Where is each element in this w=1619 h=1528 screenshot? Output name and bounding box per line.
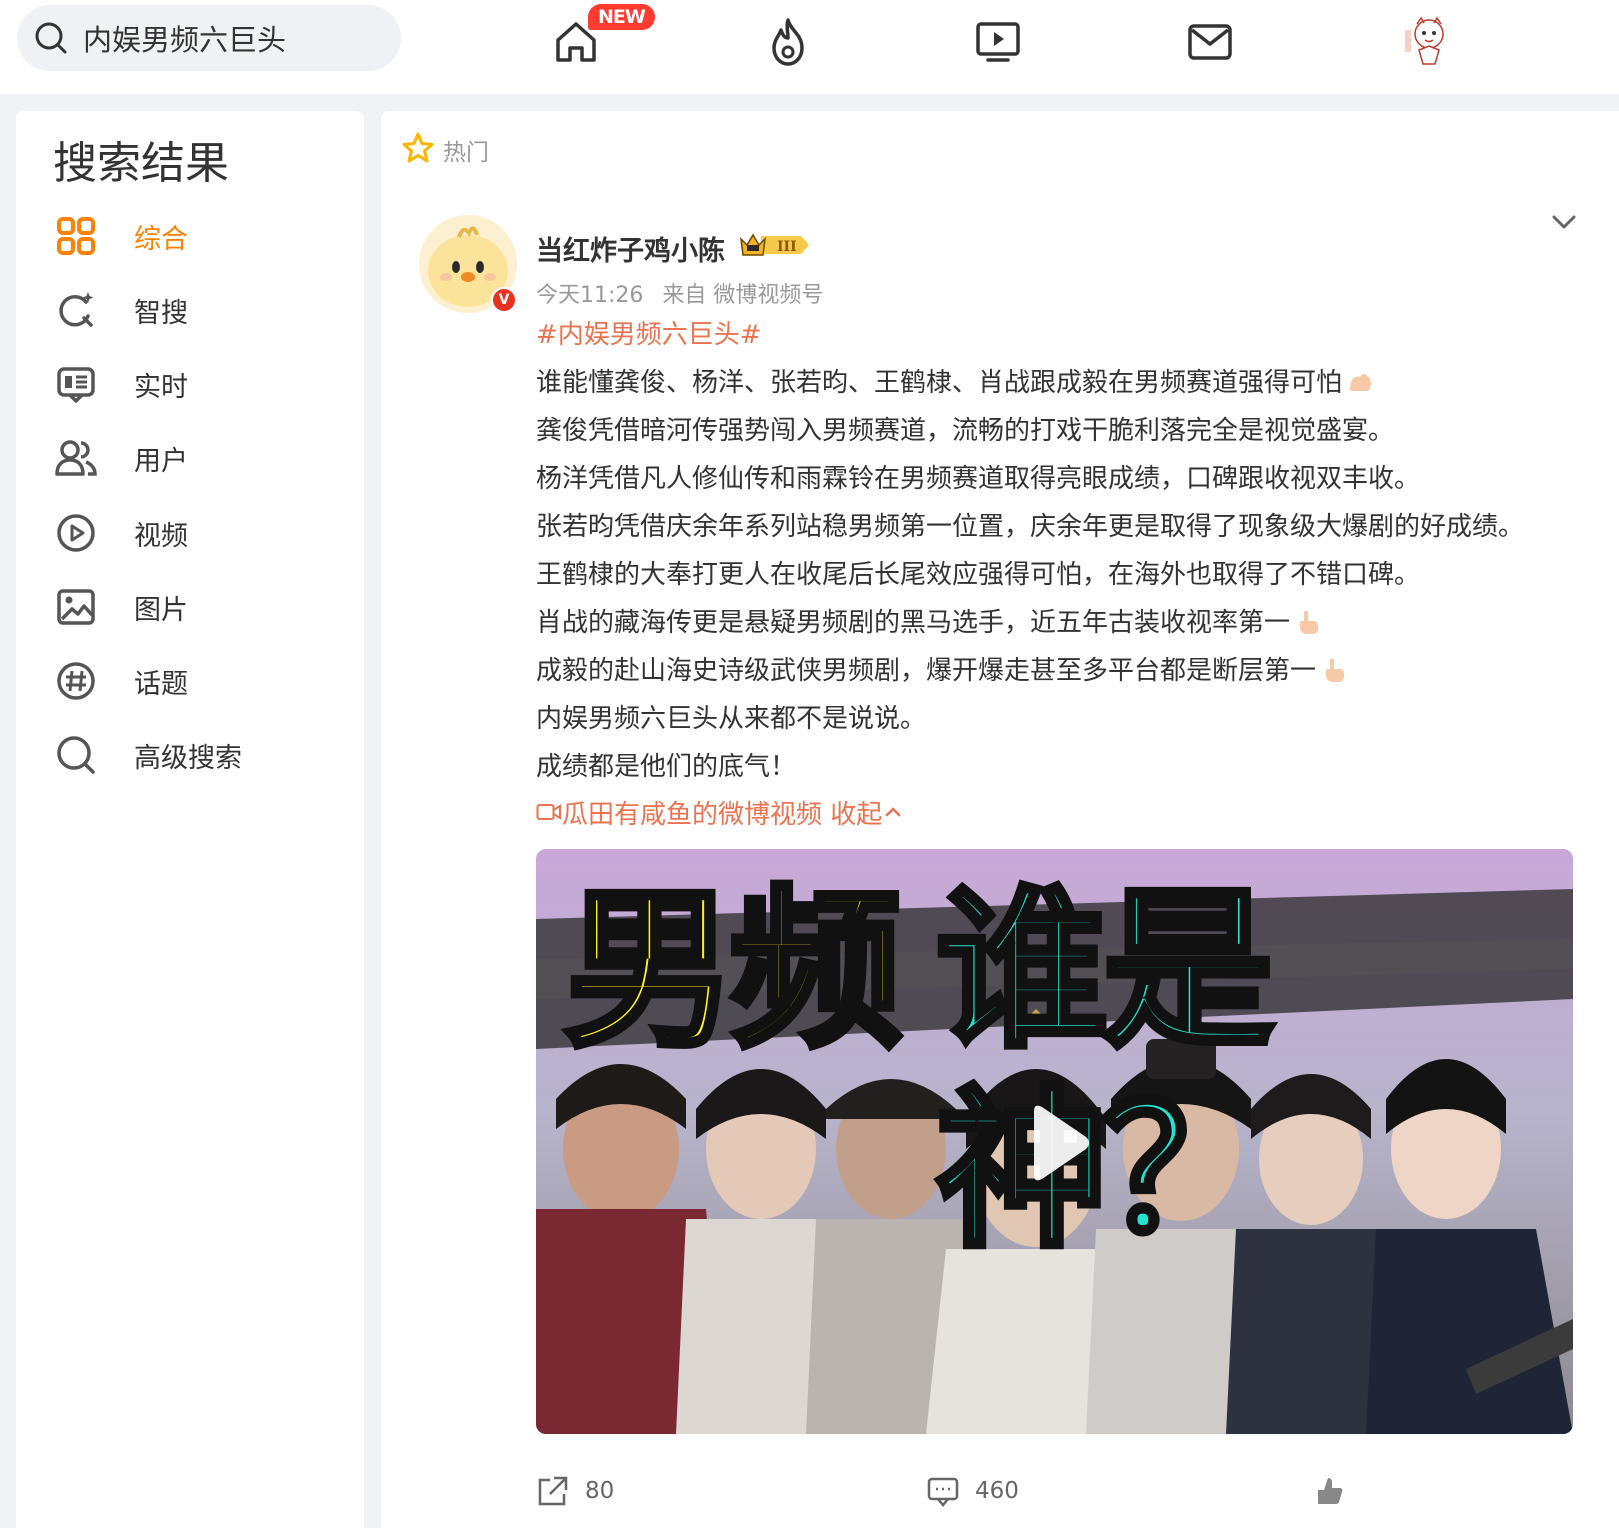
sidebar-item-label: 图片 [134,594,188,626]
hot-tag: 热门 [401,131,489,169]
users-icon [54,436,98,480]
repost-count: 80 [585,1478,615,1504]
verified-badge: V [491,287,517,313]
collapse-button[interactable]: 收起 [830,791,904,839]
sidebar-item-topics[interactable]: 话题 [54,653,344,709]
comment-count: 460 [975,1478,1019,1504]
hot-label: 热门 [443,140,489,166]
sidebar-item-advanced-search[interactable]: 高级搜索 [54,727,344,783]
search-results-feed: 热门 V 当红炸子鸡小陈 III 今天11:26 来自 微博视频号 #内娱男频六… [381,111,1619,1528]
star-icon [401,131,435,169]
advanced-search-icon [54,733,98,777]
video-player[interactable]: 男频 谁是神？ [536,849,1573,1434]
hot-icon[interactable] [760,14,816,70]
image-icon [54,585,98,629]
sidebar-item-video[interactable]: 视频 [54,505,344,561]
realtime-icon [54,362,98,406]
post-hashtag-link[interactable]: #内娱男频六巨头# [536,320,762,350]
like-button[interactable] [1311,1473,1361,1509]
sidebar-item-realtime[interactable]: 实时 [54,356,344,412]
message-icon[interactable] [1182,14,1238,70]
sidebar-item-label: 综合 [134,223,188,255]
user-avatar[interactable] [1399,12,1455,68]
like-icon [1311,1473,1347,1509]
pointing-up-emoji-icon [1320,651,1348,682]
collapse-label: 收起 [830,800,883,830]
sidebar: 搜索结果 综合 智搜 实时 用户 视频 图片 话题 高级搜索 [16,111,364,1528]
post-source: 来自 微博视频号 [662,283,824,308]
sidebar-item-label: 高级搜索 [134,742,242,774]
topic-icon [54,659,98,703]
post-menu-chevron-down-icon[interactable] [1546,207,1582,237]
video-play-icon [54,511,98,555]
grid-icon [54,214,98,258]
repost-button[interactable]: 80 [535,1473,614,1509]
post-meta: 今天11:26 来自 微博视频号 [536,277,823,309]
sidebar-item-label: 智搜 [134,297,188,329]
sidebar-item-smart-search[interactable]: 智搜 [54,282,344,338]
pointing-up-emoji-icon [1294,603,1322,634]
chevron-up-icon [882,791,904,839]
sidebar-item-label: 用户 [134,445,188,477]
sidebar-title: 搜索结果 [53,138,229,189]
flexed-biceps-emoji-icon [1346,363,1374,391]
post-line: 内娱男频六巨头从来都不是说说。 [536,704,927,734]
search-icon [32,19,70,57]
post-line: 张若昀凭借庆余年系列站稳男频第一位置，庆余年更是取得了现象级大爆剧的好成绩。 [536,512,1525,542]
play-icon[interactable] [1004,1093,1104,1193]
sidebar-item-label: 视频 [134,520,188,552]
video-source-link[interactable]: 瓜田有咸鱼的微博视频 [536,791,822,839]
smart-search-icon [54,288,98,332]
vip-crown-icon[interactable]: III [739,231,811,259]
post-time[interactable]: 今天11:26 [536,283,643,308]
sidebar-item-comprehensive[interactable]: 综合 [54,208,344,264]
search-input[interactable] [83,21,383,55]
sidebar-item-images[interactable]: 图片 [54,579,344,635]
thumbnail-title-cyan: 谁是神？ [933,868,1277,1274]
search-box[interactable] [17,5,401,71]
post-line: 龚俊凭借暗河传强势闯入男频赛道，流畅的打戏干脆利落完全是视觉盛宴。 [536,416,1395,446]
post-text: #内娱男频六巨头# 谁能懂龚俊、杨洋、张若昀、王鹤棣、肖战跟成毅在男频赛道强得可… [536,311,1596,839]
post-author-name[interactable]: 当红炸子鸡小陈 [536,229,725,268]
post-line: 肖战的藏海传更是悬疑男频剧的黑马选手，近五年古装收视率第一 [536,608,1291,638]
post-line: 王鹤棣的大奉打更人在收尾后长尾效应强得可怕，在海外也取得了不错口碑。 [536,560,1421,590]
video-icon[interactable] [970,14,1026,70]
comment-icon [925,1473,961,1509]
comment-button[interactable]: 460 [925,1473,1019,1509]
top-bar: NEW [0,0,1619,94]
post-line: 杨洋凭借凡人修仙传和雨霖铃在男频赛道取得亮眼成绩，口碑跟收视双丰收。 [536,464,1421,494]
post-action-bar: 80 460 [381,1473,1619,1523]
post-line: 成毅的赴山海史诗级武侠男频剧，爆开爆走甚至多平台都是断层第一 [536,656,1317,686]
share-icon [535,1473,571,1509]
new-badge: NEW [588,4,655,30]
sidebar-item-label: 话题 [134,668,188,700]
video-camera-icon [536,791,562,839]
sidebar-item-users[interactable]: 用户 [54,430,344,486]
svg-text:III: III [777,239,797,255]
post-line: 成绩都是他们的底气！ [536,752,797,782]
thumbnail-title-yellow: 男频 [561,868,905,1074]
post-line: 谁能懂龚俊、杨洋、张若昀、王鹤棣、肖战跟成毅在男频赛道强得可怕 [536,368,1343,398]
video-source-label: 瓜田有咸鱼的微博视频 [562,800,823,830]
sidebar-item-label: 实时 [134,371,188,403]
